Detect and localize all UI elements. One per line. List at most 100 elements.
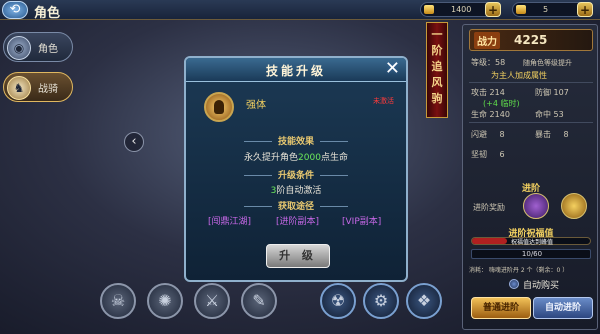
power-value: 4225: [514, 33, 548, 47]
power-box: 战力 4225: [469, 29, 593, 51]
advance-reward-label: 进阶奖励: [473, 203, 505, 212]
tab-label: 角色: [38, 44, 58, 55]
skill-slot-7-icon[interactable]: ❖: [406, 283, 442, 319]
tab-character[interactable]: ◉ 角色: [3, 32, 73, 62]
skill-icon: [204, 92, 234, 122]
level-label: 等级：: [471, 58, 495, 67]
attack-value: 214: [489, 88, 505, 97]
skill-slot-1-icon[interactable]: ☠: [100, 283, 136, 319]
attack-bonus: (+4 临时): [483, 99, 520, 108]
defense-row: 防御 107: [535, 87, 569, 98]
tab-label: 战骑: [38, 84, 58, 95]
effect-text: 永久提升角色2000点生命: [186, 150, 406, 163]
condition-title: 升级条件: [186, 168, 406, 181]
dialog-header: 技能升级 ✕: [186, 58, 406, 82]
effect-post: 点生命: [320, 153, 348, 163]
advance-title: 进阶: [521, 184, 540, 194]
skill-slot-6-icon[interactable]: ⚙: [363, 283, 399, 319]
effect-number: 2000: [298, 153, 321, 163]
acquire-title: 获取途径: [186, 199, 406, 212]
effect-title: 技能效果: [186, 134, 406, 147]
progress-text: 10/60: [521, 250, 543, 258]
mount-name-banner: 一 阶 追 风 驹: [426, 22, 448, 118]
banner-char: 一: [431, 28, 443, 41]
banner-char: 阶: [431, 44, 443, 57]
hit-value: 53: [553, 110, 564, 119]
auto-buy-checkbox[interactable]: [509, 279, 519, 289]
back-button[interactable]: ⟲: [2, 1, 28, 19]
acquire-link-1[interactable]: [闯鼎江湖]: [208, 214, 251, 227]
ingot-currency: 5 +: [512, 2, 593, 17]
reward-chest-icon[interactable]: [561, 193, 587, 219]
banner-char: 驹: [431, 92, 443, 105]
acquire-link-3[interactable]: [VIP副本]: [342, 214, 381, 227]
gold-currency: 1400 +: [420, 2, 501, 17]
banner-char: 风: [431, 76, 443, 89]
effect-pre: 永久提升角色: [244, 153, 299, 163]
tough-value: 6: [499, 150, 505, 159]
hp-label: 生命: [471, 110, 487, 119]
acquire-title-text: 获取途径: [277, 202, 314, 212]
advance-progress-bar: 10/60: [471, 249, 591, 259]
mount-icon: ♞: [7, 76, 31, 100]
acquire-link-2[interactable]: [进阶副本]: [276, 214, 319, 227]
stats-panel: 战力 4225 等级：58 随角色等级提升 为主人加成属性 攻击 214 防御 …: [462, 24, 598, 330]
skill-slot-5-icon[interactable]: ☢: [320, 283, 356, 319]
crit-label: 暴击: [535, 130, 551, 139]
attack-row: 攻击 214: [471, 87, 505, 98]
reward-orb-icon[interactable]: [523, 193, 549, 219]
tough-row: 坚韧 6: [471, 149, 505, 160]
hp-row: 生命 2140: [471, 109, 510, 120]
bonus-note: 为主人加成属性: [491, 71, 547, 80]
prev-arrow-icon[interactable]: ‹: [124, 132, 144, 152]
auto-buy-label: 自动购买: [523, 281, 560, 291]
bless-bar: 祝福值达到峰值: [471, 237, 591, 246]
helmet-icon: ◉: [7, 36, 31, 60]
dodge-row: 闪避 8: [471, 129, 505, 140]
skill-slot-2-icon[interactable]: ✺: [147, 283, 183, 319]
level-value: 58: [495, 58, 506, 67]
gold-icon: [424, 5, 434, 14]
dodge-label: 闪避: [471, 130, 487, 139]
gold-amount: 1400: [451, 5, 472, 14]
ingot-amount: 5: [543, 5, 549, 14]
page-title: 角色: [34, 6, 61, 21]
bless-bar-text: 祝福值达到峰值: [510, 239, 553, 246]
crit-row: 暴击 8: [535, 129, 569, 140]
condition-post: 阶自动激活: [276, 186, 322, 196]
top-bar: ⟲ 角色 1400 + 5 + ✕: [0, 0, 600, 21]
hit-row: 命中 53: [535, 109, 564, 120]
effect-title-text: 技能效果: [277, 137, 314, 147]
condition-title-text: 升级条件: [277, 171, 314, 181]
skill-status-badge: 未激活: [373, 97, 394, 105]
cost-text: 消耗： 嗨魂进阶丹 2 个（剩余：0 ）: [469, 267, 569, 274]
hp-value: 2140: [489, 110, 510, 119]
divider: [469, 82, 593, 83]
add-gold-button[interactable]: +: [485, 2, 501, 17]
upgrade-button[interactable]: 升 级: [266, 244, 330, 268]
close-icon[interactable]: ✕: [385, 58, 400, 79]
crit-value: 8: [563, 130, 569, 139]
defense-label: 防御: [535, 88, 551, 97]
skill-name: 强体: [246, 100, 266, 111]
ingot-icon: [516, 5, 526, 14]
skill-upgrade-dialog: 技能升级 ✕ 强体 未激活 技能效果 永久提升角色2000点生命 升级条件 3阶…: [184, 56, 408, 282]
hit-label: 命中: [535, 110, 551, 119]
defense-value: 107: [553, 88, 569, 97]
add-ingot-button[interactable]: +: [577, 2, 593, 17]
normal-advance-button[interactable]: 普通进阶: [471, 297, 531, 319]
level-row: 等级：58: [471, 57, 505, 68]
dodge-value: 8: [499, 130, 505, 139]
dialog-title: 技能升级: [265, 64, 326, 78]
power-label: 战力: [474, 32, 500, 49]
banner-char: 追: [431, 60, 443, 73]
tab-mount[interactable]: ♞ 战骑: [3, 72, 73, 102]
attack-label: 攻击: [471, 88, 487, 97]
skill-slot-3-icon[interactable]: ⚔: [194, 283, 230, 319]
level-note: 随角色等级提升: [523, 59, 572, 67]
divider: [469, 122, 593, 123]
auto-advance-button[interactable]: 自动进阶: [533, 297, 593, 319]
condition-text: 3阶自动激活: [186, 183, 406, 196]
tough-label: 坚韧: [471, 150, 487, 159]
skill-slot-4-icon[interactable]: ✎: [241, 283, 277, 319]
